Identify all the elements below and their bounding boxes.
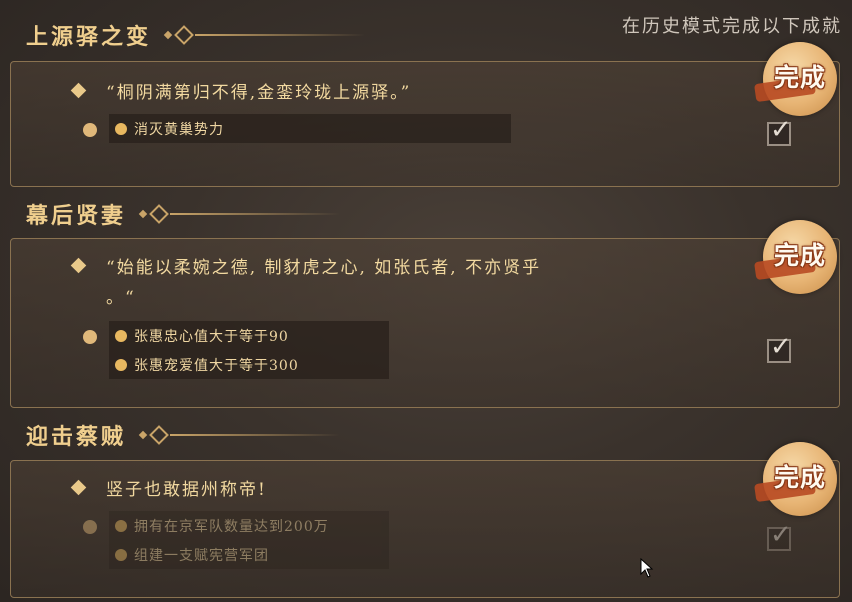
condition-item: 组建一支赋宪营军团 <box>115 540 379 569</box>
complete-stamp: 完成 <box>754 442 837 516</box>
condition-item: 消灭黄巢势力 <box>115 114 501 143</box>
check-icon: ✓ <box>770 115 792 145</box>
circle-bullet-icon <box>83 330 97 344</box>
achievement-title: 上源驿之变 <box>26 24 152 50</box>
dot-icon <box>115 519 127 532</box>
achievement-quote-line: “始能以柔婉之德, 制豺虎之心, 如张氏者, 不亦贤乎 <box>106 258 542 278</box>
condition-group: 张惠忠心值大于等于90 张惠宠爱值大于等于300 <box>83 321 389 379</box>
dot-icon <box>115 122 127 135</box>
achievement-title: 幕后贤妻 <box>26 203 127 229</box>
condition-list: 消灭黄巢势力 <box>109 114 511 143</box>
condition-group: 消灭黄巢势力 <box>83 114 511 143</box>
achievement-quote: “桐阴满第归不得,金銮玲珑上源驿。” <box>106 83 412 103</box>
diamond-bullet-icon <box>70 257 87 274</box>
achievement-card-3: 竖子也敢据州称帝! 拥有在京军队数量达到200万 组建一支赋宪营军团 完成 ✓ <box>10 442 840 598</box>
achievement-quote: 竖子也敢据州称帝! <box>106 480 267 500</box>
title-ornament <box>138 425 341 445</box>
diamond-bullet-icon <box>70 82 87 99</box>
title-ornament <box>163 25 366 45</box>
achievement-quote-row: “始能以柔婉之德, 制豺虎之心, 如张氏者, 不亦贤乎 。“ <box>70 253 542 313</box>
achievement-card-2: “始能以柔婉之德, 制豺虎之心, 如张氏者, 不亦贤乎 。“ 张惠忠心值大于等于… <box>10 220 840 408</box>
dot-icon <box>115 548 127 561</box>
circle-bullet-icon <box>83 123 97 137</box>
condition-item: 拥有在京军队数量达到200万 <box>115 511 379 540</box>
condition-list: 张惠忠心值大于等于90 张惠宠爱值大于等于300 <box>109 321 389 379</box>
title-ornament <box>138 204 341 224</box>
dot-icon <box>115 358 127 371</box>
dot-icon <box>115 329 127 342</box>
achievement-title: 迎击蔡贼 <box>26 424 127 450</box>
complete-stamp: 完成 <box>754 220 837 294</box>
completion-checkbox[interactable]: ✓ <box>767 115 792 146</box>
completion-checkbox[interactable]: ✓ <box>767 520 792 551</box>
mouse-cursor-icon <box>640 558 654 578</box>
mode-hint: 在历史模式完成以下成就 <box>622 16 842 37</box>
achievement-card-1: “桐阴满第归不得,金銮玲珑上源驿。” 消灭黄巢势力 完成 ✓ <box>10 42 840 187</box>
section-header-3: 迎击蔡贼 <box>26 419 341 451</box>
completion-checkbox[interactable]: ✓ <box>767 332 792 363</box>
check-icon: ✓ <box>770 520 792 550</box>
achievement-quote-row: 竖子也敢据州称帝! <box>70 475 267 505</box>
section-header-2: 幕后贤妻 <box>26 198 341 230</box>
condition-item: 张惠忠心值大于等于90 <box>115 321 379 350</box>
achievement-quote-row: “桐阴满第归不得,金銮玲珑上源驿。” <box>70 78 412 108</box>
achievement-quote-line: 。“ <box>106 288 136 308</box>
check-icon: ✓ <box>770 332 792 362</box>
condition-item: 张惠宠爱值大于等于300 <box>115 350 379 379</box>
complete-stamp: 完成 <box>754 42 837 116</box>
circle-bullet-icon <box>83 520 97 534</box>
diamond-bullet-icon <box>70 479 87 496</box>
section-header-1: 上源驿之变 <box>26 19 366 51</box>
condition-group: 拥有在京军队数量达到200万 组建一支赋宪营军团 <box>83 511 389 569</box>
condition-list: 拥有在京军队数量达到200万 组建一支赋宪营军团 <box>109 511 389 569</box>
